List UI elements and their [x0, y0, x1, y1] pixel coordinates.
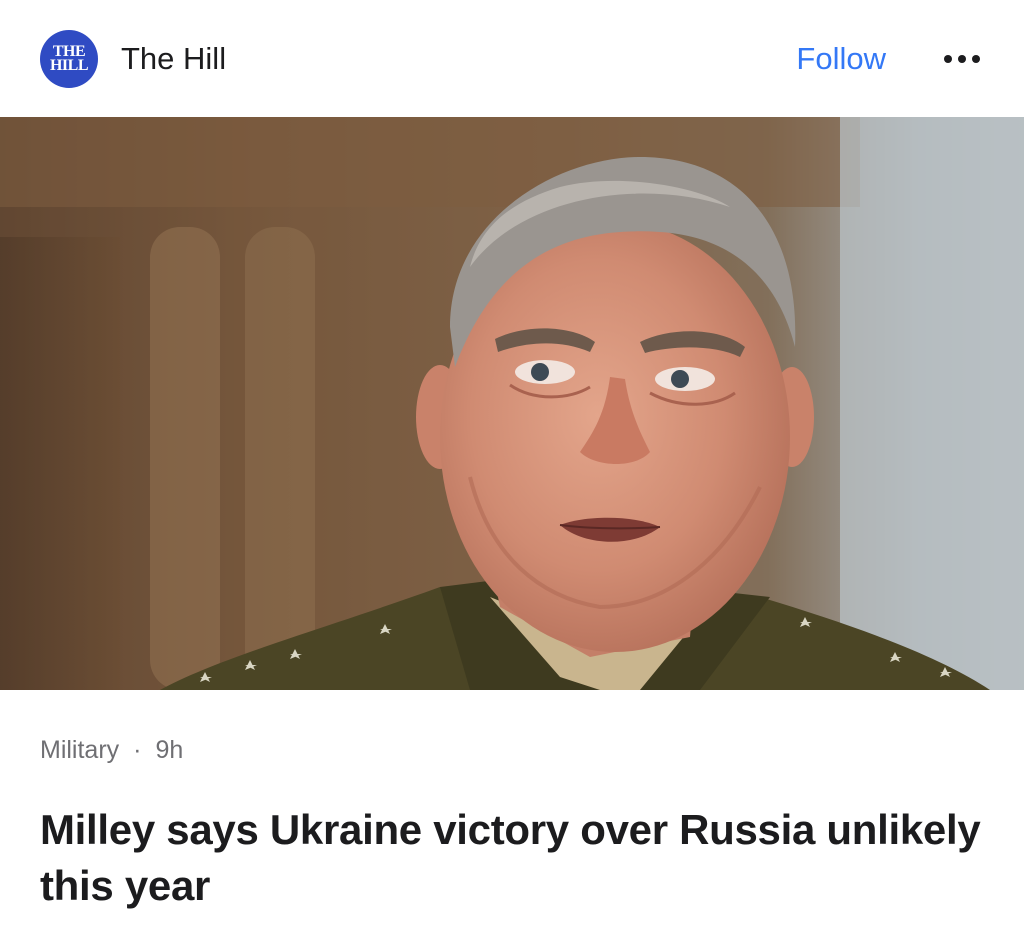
- follow-button[interactable]: Follow: [796, 41, 886, 77]
- news-card[interactable]: THE HILL The Hill Follow Military · 9h M…: [0, 0, 1024, 940]
- article-photo[interactable]: [0, 117, 1024, 690]
- article-category[interactable]: Military: [40, 736, 119, 765]
- ellipsis-icon[interactable]: [944, 54, 980, 63]
- article-meta: Military · 9h: [40, 736, 183, 765]
- the-hill-logo[interactable]: THE HILL: [40, 29, 98, 88]
- portrait-illustration: [0, 117, 1024, 690]
- source-name[interactable]: The Hill: [121, 41, 226, 77]
- article-headline[interactable]: Milley says Ukraine victory over Russia …: [40, 802, 990, 914]
- logo-text-bottom: HILL: [49, 56, 89, 74]
- article-age: 9h: [155, 736, 184, 764]
- meta-separator: ·: [133, 736, 142, 764]
- card-header: THE HILL The Hill Follow: [0, 0, 1024, 117]
